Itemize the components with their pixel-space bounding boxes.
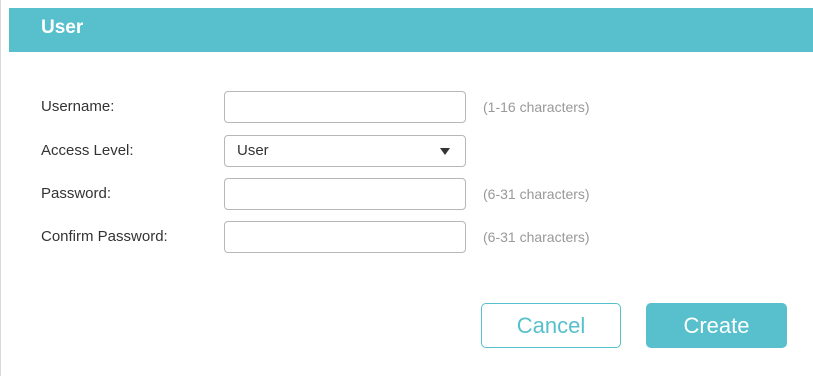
password-input[interactable]	[224, 178, 466, 210]
username-input[interactable]	[224, 91, 466, 123]
username-row: Username: (1-16 characters)	[1, 91, 813, 123]
caret-down-icon	[440, 148, 450, 155]
access-level-value: User	[237, 142, 269, 159]
password-label: Password:	[41, 185, 112, 202]
dialog-header: User	[9, 8, 813, 52]
username-label: Username:	[41, 98, 115, 115]
password-row: Password: (6-31 characters)	[1, 178, 813, 210]
dialog-title: User	[41, 17, 84, 38]
access-level-row: Access Level: User	[1, 135, 813, 167]
access-level-select[interactable]: User	[224, 135, 466, 167]
create-button[interactable]: Create	[646, 303, 787, 348]
confirm-password-input[interactable]	[224, 221, 466, 253]
user-dialog: User Username: (1-16 characters) Access …	[0, 0, 813, 376]
access-level-label: Access Level:	[41, 142, 134, 159]
username-hint: (1-16 characters)	[483, 99, 590, 115]
cancel-button[interactable]: Cancel	[481, 303, 621, 348]
confirm-password-label: Confirm Password:	[41, 228, 168, 245]
confirm-password-row: Confirm Password: (6-31 characters)	[1, 221, 813, 253]
confirm-password-hint: (6-31 characters)	[483, 229, 590, 245]
password-hint: (6-31 characters)	[483, 186, 590, 202]
